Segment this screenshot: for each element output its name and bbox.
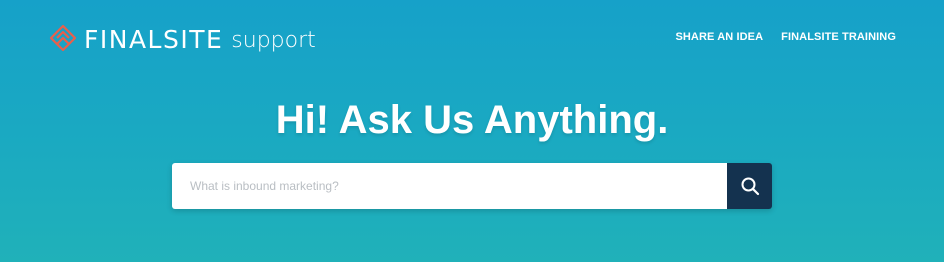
hero-banner: FINALSITE support SHARE AN IDEA FINALSIT… bbox=[0, 0, 944, 262]
site-logo-link[interactable]: FINALSITE support bbox=[48, 22, 316, 56]
logo-wordmark: FINALSITE bbox=[84, 24, 224, 54]
nav-finalsite-training[interactable]: FINALSITE TRAINING bbox=[781, 31, 896, 43]
logo-suffix: support bbox=[231, 28, 316, 53]
search-input[interactable] bbox=[172, 163, 727, 209]
search-button[interactable] bbox=[727, 163, 772, 209]
nav-share-an-idea[interactable]: SHARE AN IDEA bbox=[675, 31, 763, 43]
finalsite-logo-icon bbox=[49, 24, 77, 52]
page-title: Hi! Ask Us Anything. bbox=[275, 98, 669, 142]
search-form bbox=[172, 163, 772, 209]
search-icon bbox=[741, 177, 759, 196]
top-nav: SHARE AN IDEA FINALSITE TRAINING bbox=[675, 31, 896, 43]
